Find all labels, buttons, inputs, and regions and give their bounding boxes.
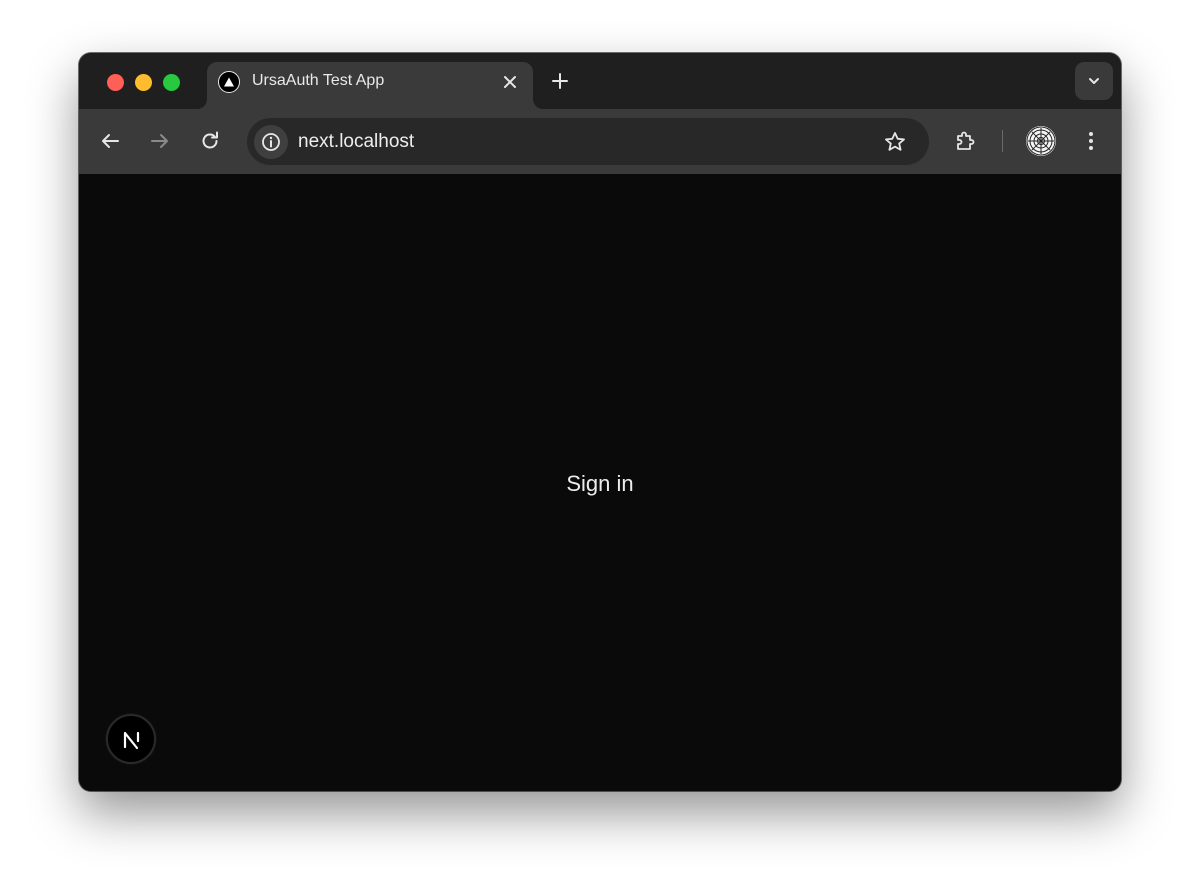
- profile-avatar[interactable]: [1026, 126, 1056, 156]
- toolbar-divider: [1002, 130, 1003, 152]
- tab-title: UrsaAuth Test App: [252, 72, 385, 89]
- nextjs-logo-icon: [123, 731, 140, 750]
- nextjs-dev-tools-button[interactable]: [106, 714, 156, 764]
- info-icon[interactable]: [254, 125, 288, 159]
- forward-arrow-icon[interactable]: [148, 129, 172, 153]
- tab-strip: UrsaAuth Test App: [79, 53, 1121, 109]
- more-vertical-icon[interactable]: [1079, 129, 1103, 153]
- sign-in-button[interactable]: Sign in: [79, 471, 1121, 497]
- back-arrow-icon[interactable]: [98, 129, 122, 153]
- reload-icon[interactable]: [198, 129, 222, 153]
- chevron-down-icon: [1089, 78, 1099, 84]
- window-minimize-button[interactable]: [135, 74, 152, 91]
- url-text[interactable]: next.localhost: [298, 131, 414, 153]
- tab-search-button[interactable]: [1075, 62, 1113, 100]
- browser-toolbar: next.localhost: [79, 109, 1121, 174]
- browser-window: UrsaAuth Test App next.localhost Sign in: [79, 53, 1121, 791]
- address-bar[interactable]: next.localhost: [247, 118, 929, 165]
- new-tab-plus-icon[interactable]: [549, 70, 571, 92]
- nextjs-favicon-icon: [218, 71, 240, 93]
- close-icon[interactable]: [499, 71, 521, 93]
- window-maximize-button[interactable]: [163, 74, 180, 91]
- page-content: Sign in: [79, 174, 1121, 791]
- extensions-puzzle-icon[interactable]: [953, 129, 977, 153]
- window-close-button[interactable]: [107, 74, 124, 91]
- bookmark-star-icon[interactable]: [883, 130, 907, 154]
- browser-tab[interactable]: UrsaAuth Test App: [207, 62, 533, 109]
